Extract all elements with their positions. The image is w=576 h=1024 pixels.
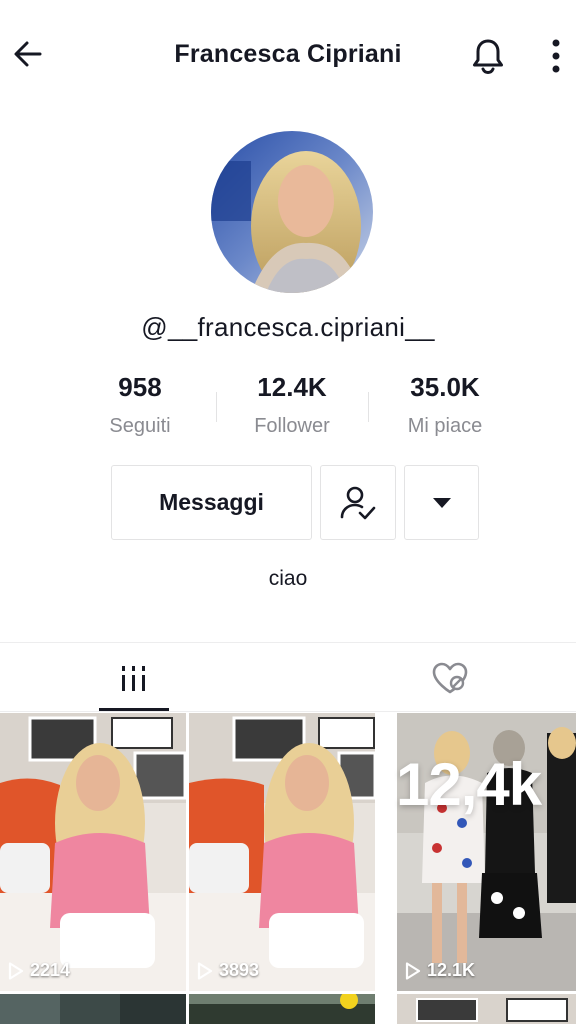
- video-thumbnail[interactable]: 3893: [189, 713, 375, 991]
- notifications-button[interactable]: [466, 34, 510, 78]
- more-options-button[interactable]: [536, 34, 576, 78]
- profile-tabs: [0, 642, 576, 712]
- profile-avatar[interactable]: [211, 131, 373, 293]
- top-bar: Francesca Cipriani: [0, 0, 576, 110]
- video-view-count: 12.1K: [427, 960, 476, 980]
- bell-icon: [473, 39, 503, 75]
- caret-down-icon: [432, 497, 451, 508]
- stat-divider: [216, 392, 217, 422]
- video-thumbnail-partial[interactable]: [397, 994, 576, 1024]
- followers-count: 12.4K: [257, 372, 327, 402]
- following-count: 958: [118, 372, 162, 402]
- video-overlay-text: 12,4k: [396, 751, 542, 818]
- stat-followers[interactable]: 12.4K Follower: [222, 372, 362, 438]
- tab-liked[interactable]: [415, 643, 485, 712]
- video-thumbnail-partial[interactable]: [189, 994, 375, 1024]
- video-thumbnail-image: [0, 713, 186, 991]
- video-thumbnail-image: [189, 994, 375, 1024]
- likes-count: 35.0K: [410, 372, 480, 402]
- active-tab-indicator: [99, 708, 169, 711]
- suggestions-dropdown-button[interactable]: [404, 465, 479, 540]
- stat-divider: [368, 392, 369, 422]
- avatar-image: [211, 131, 373, 293]
- more-vertical-icon: [552, 39, 560, 73]
- user-check-icon: [340, 486, 376, 519]
- grid-icon: [122, 665, 145, 691]
- video-view-count: 3893: [219, 960, 260, 980]
- likes-label: Mi piace: [407, 415, 483, 437]
- video-thumbnail-partial[interactable]: [0, 994, 186, 1024]
- video-view-count: 2214: [30, 960, 71, 980]
- video-views: 12.1K: [405, 960, 475, 981]
- video-thumbnail-image: [189, 713, 375, 991]
- stat-following[interactable]: 958 Seguiti: [70, 372, 210, 438]
- message-button[interactable]: Messaggi: [111, 465, 312, 540]
- profile-bio: ciao: [268, 567, 308, 590]
- video-thumbnail-image: [397, 994, 576, 1024]
- profile-username: @__francesca.cipriani__: [141, 312, 435, 342]
- video-views: 3893: [197, 960, 259, 981]
- following-label: Seguiti: [109, 415, 171, 437]
- message-button-label: Messaggi: [159, 489, 264, 515]
- stat-likes[interactable]: 35.0K Mi piace: [375, 372, 515, 438]
- video-views: 2214: [8, 960, 70, 981]
- video-thumbnail-image: [0, 994, 186, 1024]
- video-thumbnail[interactable]: 2214: [0, 713, 186, 991]
- followers-label: Follower: [254, 415, 330, 437]
- play-icon: [405, 961, 421, 980]
- tab-videos[interactable]: [99, 643, 169, 712]
- play-icon: [197, 961, 213, 980]
- following-button[interactable]: [320, 465, 396, 540]
- play-icon: [8, 961, 24, 980]
- heart-hidden-icon: [432, 662, 468, 693]
